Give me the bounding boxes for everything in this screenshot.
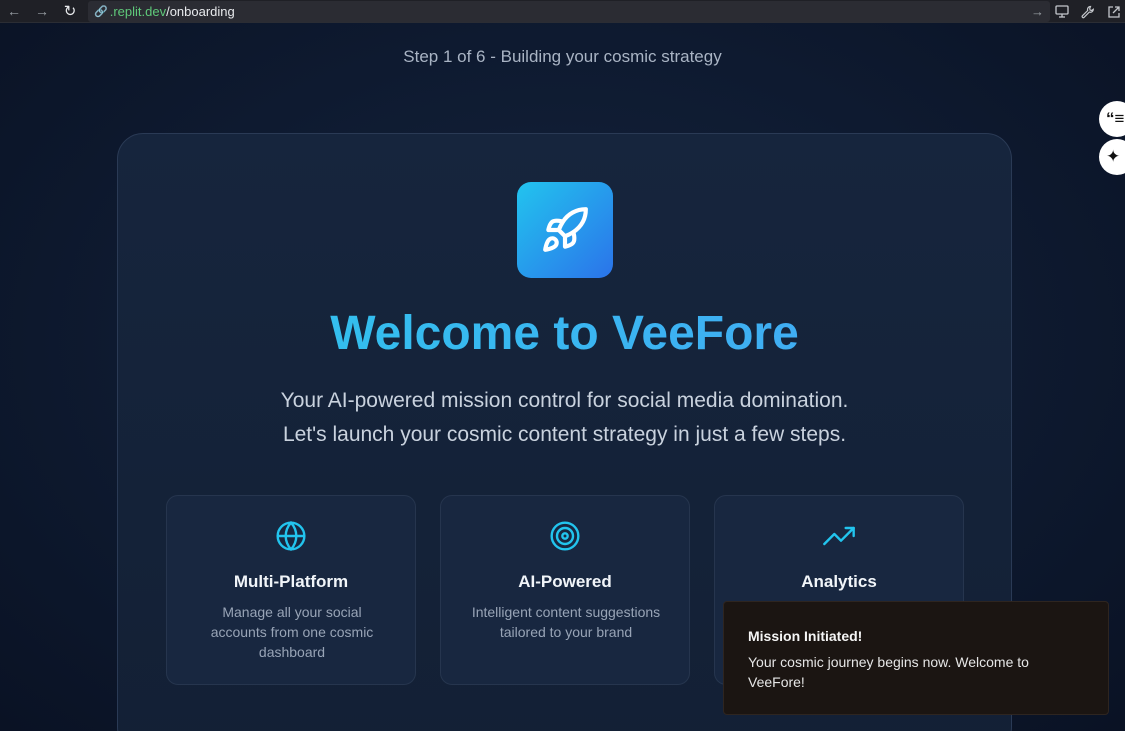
link-icon: 🔗	[94, 6, 108, 18]
feature-description: Intelligent content suggestions tailored…	[471, 604, 661, 640]
external-link-icon[interactable]	[1103, 0, 1125, 23]
feature-title: Multi-Platform	[233, 572, 349, 591]
quote-icon[interactable]: “≡	[1099, 101, 1125, 137]
forward-icon[interactable]: →	[28, 0, 56, 23]
browser-toolbar: ← → ↻ 🔗 .replit.dev/onboarding →	[0, 0, 1125, 23]
url-path: /onboarding	[166, 4, 235, 19]
back-icon[interactable]: ←	[0, 0, 28, 23]
feature-card-ai-powered: AI-Powered Intelligent content suggestio…	[440, 495, 690, 685]
rocket-icon	[517, 182, 613, 278]
monitor-icon[interactable]	[1051, 0, 1073, 23]
toast-title: Mission Initiated!	[748, 628, 863, 644]
sparkle-icon[interactable]: ✦	[1099, 139, 1125, 175]
welcome-subtitle: Your AI-powered mission control for soci…	[118, 384, 1011, 452]
trending-up-icon	[715, 520, 963, 552]
subtitle-line-2: Let's launch your cosmic content strateg…	[282, 423, 847, 446]
url-domain: .replit.dev	[109, 4, 167, 19]
feature-title: AI-Powered	[518, 572, 612, 591]
address-bar[interactable]: 🔗 .replit.dev/onboarding →	[88, 1, 1050, 22]
wrench-icon[interactable]	[1077, 0, 1099, 23]
feature-title: Analytics	[801, 572, 877, 591]
page-title: Welcome to VeeFore	[118, 306, 1011, 361]
subtitle-line-1: Your AI-powered mission control for soci…	[280, 389, 849, 412]
feature-card-multi-platform: Multi-Platform Manage all your social ac…	[166, 495, 416, 685]
arrow-right-icon[interactable]: →	[1031, 4, 1044, 19]
toast-notification: Mission Initiated! Your cosmic journey b…	[723, 601, 1109, 715]
step-indicator: Step 1 of 6 - Building your cosmic strat…	[403, 47, 722, 66]
globe-icon	[167, 520, 415, 552]
toast-message: Your cosmic journey begins now. Welcome …	[748, 654, 1029, 690]
reload-icon[interactable]: ↻	[56, 0, 84, 23]
target-icon	[441, 520, 689, 552]
feature-description: Manage all your social accounts from one…	[210, 604, 374, 660]
